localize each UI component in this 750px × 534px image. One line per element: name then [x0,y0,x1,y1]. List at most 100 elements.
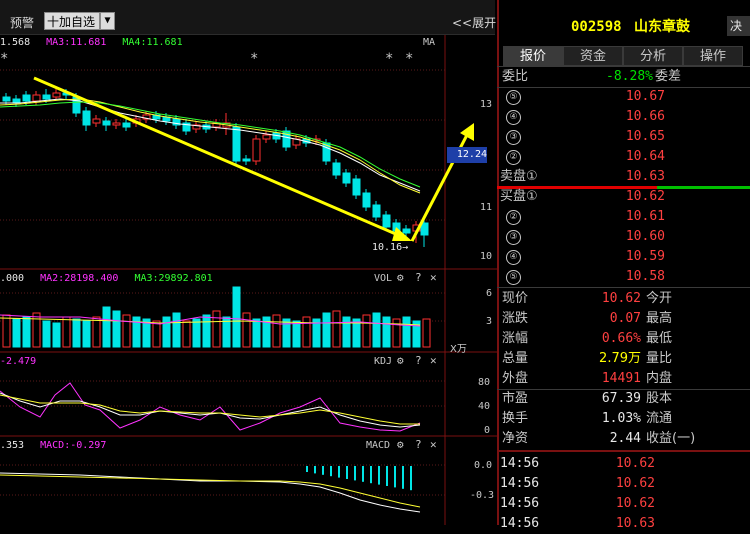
current-price-value: 12.24 [456,149,487,160]
sell-level-3-badge: ③ [506,130,521,145]
tick-time: 14:56 [500,476,540,491]
buy-price-2: 10.61 [625,209,665,224]
gear-icon[interactable]: ⚙ [397,438,404,451]
signal-star: * [0,51,9,67]
stat-value: 10.62 [601,291,641,306]
macd-bar [386,466,388,486]
volume-bar [62,316,71,348]
gear-icon[interactable]: ⚙ [397,354,404,367]
downtrend-arrow [33,76,399,237]
candle-body [252,138,261,162]
uptrend-arrowhead [460,123,474,141]
macd-dif-value: .353 [0,440,25,451]
add-watchlist-dropdown[interactable]: ▼ [100,12,115,30]
decision-button[interactable]: 决 [727,16,750,36]
tab-funds[interactable]: 资金 [563,46,623,66]
volume-bar [342,316,351,348]
stat-value: 2.79万 [599,351,641,366]
vol-ma3-legend: MA3:29892.801 [134,273,213,284]
expand-button[interactable]: <<展开 [452,14,496,31]
gear-icon[interactable]: ⚙ [397,271,404,284]
volume-bar [72,318,81,348]
volume-bar [172,312,181,348]
volume-bar [402,316,411,348]
macd-histogram [306,466,412,491]
tab-operate[interactable]: 操作 [683,46,743,66]
volume-bar [272,314,281,348]
sell-order-4[interactable]: ④ 10.66 [497,107,750,127]
candle-body [342,172,351,184]
stat-pe: 市盈 67.39 股本 [497,389,750,409]
candle-body [262,134,271,140]
signal-star: * [250,51,259,67]
macd-bar [354,466,356,481]
stat-net-assets: 净资 2.44 收益(一) [497,429,750,449]
volume-bar [162,316,171,348]
weibi-row: 委比 -8.28% 委差 [497,67,750,87]
ma3-legend: MA3:11.681 [46,37,107,48]
help-icon[interactable]: ? [415,354,422,367]
volume-bar [152,320,161,348]
sell-level-4-badge: ④ [506,110,521,125]
stat-label-2: 最低 [646,331,673,346]
volume-bar [382,316,391,348]
stat-label: 外盘 [502,371,529,386]
kdj-tick: 80 [478,377,491,388]
stat-value: 0.66% [601,331,641,346]
volume-bar [192,318,201,348]
buy-level-5-badge: ⑤ [506,270,521,285]
buy-price-3: 10.60 [625,229,665,244]
macd-line-yellow [0,474,421,508]
macd-bar [394,466,396,488]
fund-value: 2.44 [609,431,641,446]
candle-body [372,204,381,218]
price-tick: 11 [480,202,493,213]
tab-analysis[interactable]: 分析 [623,46,683,66]
macd-bar [338,466,340,478]
sell-order-5[interactable]: ⑤ 10.67 [497,87,750,107]
chevron-down-icon: ▼ [104,15,111,26]
kline-chart[interactable]: 1.568 MA3:11.681 MA4:11.681 MA * * * * 1… [0,35,497,525]
macd-tick: -0.3 [470,490,495,501]
stat-label-2: 量比 [646,351,673,366]
close-icon[interactable]: ✕ [430,354,437,367]
volume-legend: .000 MA2:28198.400 MA3:29892.801 [0,273,213,284]
buy-order-1[interactable]: 买盘① 10.62 [497,187,750,207]
buy-order-5[interactable]: ⑤ 10.58 [497,267,750,287]
buy-order-4[interactable]: ④ 10.59 [497,247,750,267]
help-icon[interactable]: ? [415,271,422,284]
volume-bar [2,314,11,348]
fund-label-2: 收益(一) [646,431,696,446]
macd-bar [314,466,316,474]
stat-current-price: 现价 10.62 今开 [497,289,750,309]
ma4-legend: MA4:11.681 [122,37,183,48]
stat-label-2: 今开 [646,291,673,306]
volume-bar [182,320,191,348]
candle-body [352,178,361,196]
buy-order-2[interactable]: ② 10.61 [497,207,750,227]
sell-order-2[interactable]: ② 10.64 [497,147,750,167]
low-price-label: 10.16→ [372,242,409,253]
stat-label-2: 最高 [646,311,673,326]
help-icon[interactable]: ? [415,438,422,451]
quote-panel: 002598 山东章鼓 决 报价 资金 分析 操作 委比 -8.28% 委差 ⑤… [497,0,750,531]
sell-price-4: 10.66 [625,109,665,124]
sell-price-3: 10.65 [625,129,665,144]
vol-legend-value: .000 [0,273,25,284]
stat-change: 涨跌 0.07 最高 [497,309,750,329]
buy-order-3[interactable]: ③ 10.60 [497,227,750,247]
alert-button[interactable]: 预警 [10,14,34,31]
volume-bar [112,310,121,348]
add-watchlist-button[interactable]: 十加自选 [44,12,100,30]
tab-quote[interactable]: 报价 [503,46,563,66]
stat-label: 现价 [502,291,529,306]
close-icon[interactable]: ✕ [430,438,437,451]
candle-body [32,94,41,102]
sell-order-1[interactable]: 卖盘① 10.63 [497,167,750,187]
tick-time: 14:56 [500,516,540,531]
close-icon[interactable]: ✕ [430,271,437,284]
sell-order-3[interactable]: ③ 10.65 [497,127,750,147]
stat-value: 0.07 [609,311,641,326]
tick-time: 14:56 [500,496,540,511]
stat-label: 总量 [502,351,529,366]
